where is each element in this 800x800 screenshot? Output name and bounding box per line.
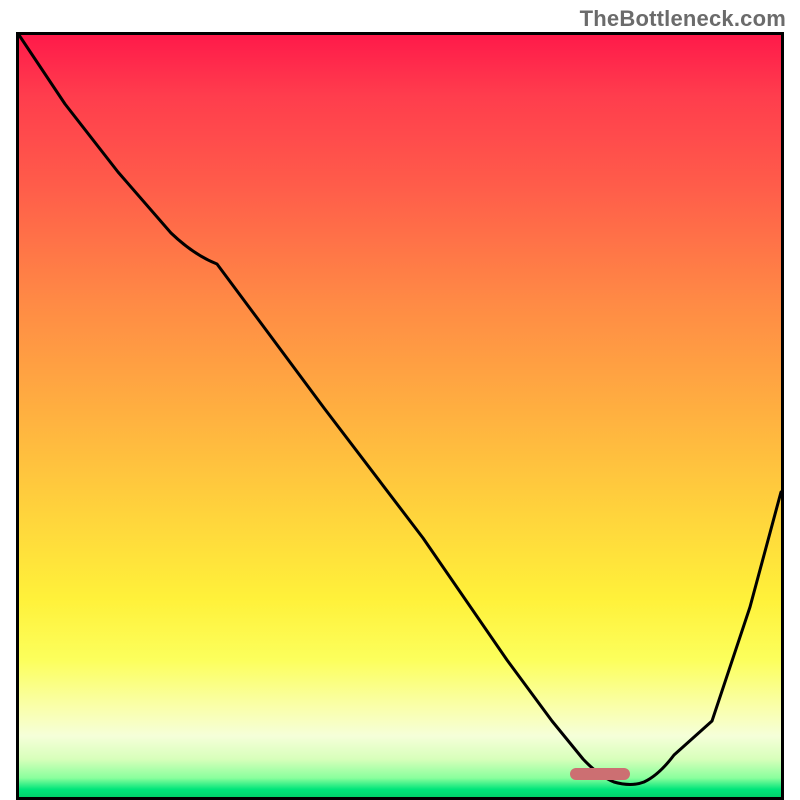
chart-frame: [16, 32, 784, 800]
watermark-text: TheBottleneck.com: [580, 6, 786, 32]
optimal-range-marker: [570, 768, 630, 780]
bottleneck-curve-path: [19, 35, 781, 785]
bottleneck-curve: [19, 35, 781, 797]
